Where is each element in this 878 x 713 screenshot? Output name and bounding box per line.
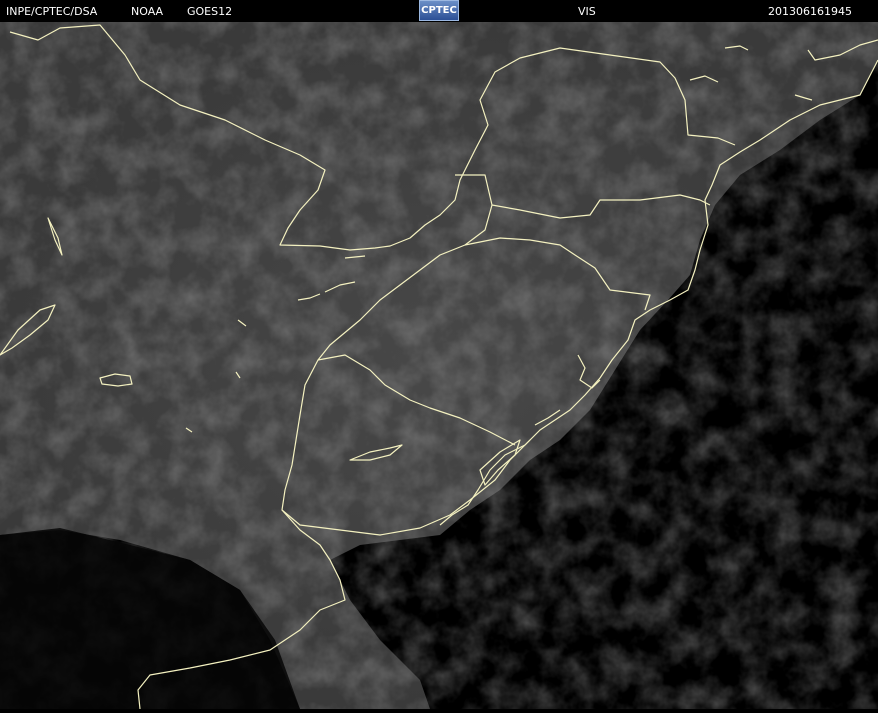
satellite-label: GOES12 (187, 5, 233, 18)
source-label: INPE/CPTEC/DSA (6, 5, 98, 18)
timestamp-label: 201306161945 (768, 5, 852, 18)
channel-label: VIS (578, 5, 596, 18)
image-header-bar: INPE/CPTEC/DSA NOAA GOES12 CPTEC VIS 201… (0, 0, 878, 22)
agency-label: NOAA (131, 5, 164, 18)
satellite-map (0, 22, 878, 710)
satellite-image (0, 22, 878, 710)
cptec-logo: CPTEC (419, 0, 459, 21)
